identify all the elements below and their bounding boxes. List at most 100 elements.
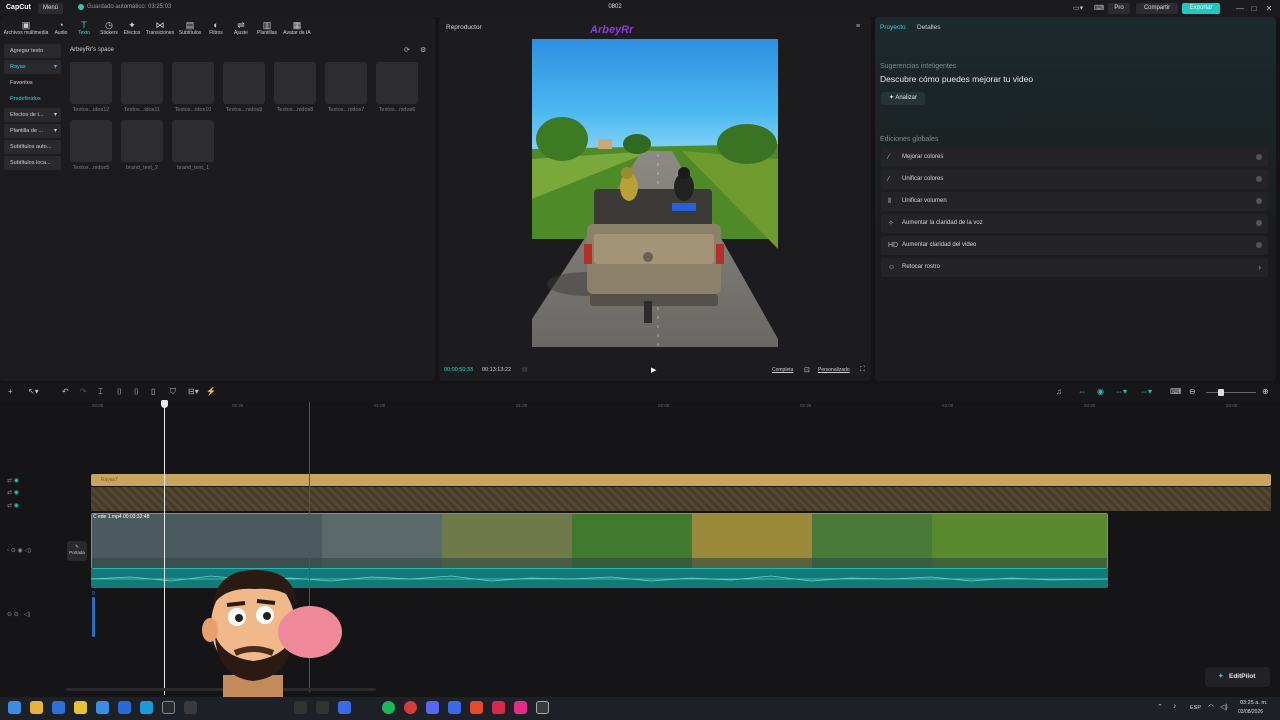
- pro-badge[interactable]: Pro: [1108, 3, 1130, 14]
- tab-subtitles[interactable]: ▤ Subtítulos: [176, 17, 204, 41]
- option-unify-colors[interactable]: ⁄ Unificar colores: [881, 170, 1268, 189]
- layout-icon[interactable]: ▭▾: [1073, 4, 1083, 12]
- toggle-knob[interactable]: [1256, 176, 1262, 182]
- fullscreen-icon[interactable]: ⛶: [860, 366, 865, 374]
- subtitle-icon[interactable]: ⌨: [1170, 387, 1182, 396]
- notes-icon[interactable]: [96, 701, 109, 714]
- option-enhance-colors[interactable]: ⁄ Mejorar colores: [881, 148, 1268, 167]
- close-icon[interactable]: ✕: [1263, 3, 1275, 14]
- side-item-add-text[interactable]: Agregar texto: [4, 44, 61, 58]
- folder-icon[interactable]: [74, 701, 87, 714]
- edge-icon[interactable]: [52, 701, 65, 714]
- side-item-presets[interactable]: Predefinidos: [4, 92, 61, 106]
- track-controls[interactable]: ⊝ ⊝ ◁): [7, 611, 30, 618]
- tab-project[interactable]: Proyecto: [880, 24, 906, 31]
- grid-app-icon[interactable]: [338, 701, 351, 714]
- valorant-icon[interactable]: [492, 701, 505, 714]
- terminal-icon[interactable]: [140, 701, 153, 714]
- tab-ai-avatar[interactable]: ▦ Avatar de IA: [280, 17, 314, 41]
- clock-date[interactable]: 03/08/2026: [1238, 709, 1263, 715]
- app-icon[interactable]: [30, 701, 43, 714]
- microphone-icon[interactable]: ♫: [1056, 387, 1062, 396]
- playhead-handle[interactable]: [161, 400, 168, 408]
- app-icon[interactable]: [448, 701, 461, 714]
- settings-icon[interactable]: ⚙: [420, 46, 426, 54]
- crop-icon[interactable]: ⊟▾: [188, 387, 199, 396]
- redo-icon[interactable]: ↷: [80, 387, 87, 396]
- split-right-icon[interactable]: ⌷: [134, 387, 139, 397]
- timeline-view-icon[interactable]: ▤: [522, 366, 528, 373]
- volume-icon[interactable]: ◁): [1220, 703, 1228, 711]
- capcut-active-icon[interactable]: [536, 701, 549, 714]
- option-retouch-face[interactable]: ☺ Retocar rostro ›: [881, 258, 1268, 277]
- analyze-button[interactable]: ✦ Analizar: [881, 92, 925, 105]
- clock-time[interactable]: 03:25 a. m.: [1240, 700, 1268, 706]
- magic-icon[interactable]: ⚡: [206, 387, 216, 396]
- tiktok-icon[interactable]: [514, 701, 527, 714]
- ratio-button[interactable]: Completa: [772, 367, 793, 373]
- preset-tile[interactable]: [325, 62, 367, 104]
- option-video-clarity[interactable]: HD Aumentar claridad del video: [881, 236, 1268, 255]
- preset-tile[interactable]: [70, 62, 112, 104]
- split-icon[interactable]: ⌶: [98, 387, 103, 397]
- chrome-icon[interactable]: [404, 701, 417, 714]
- option-voice-clarity[interactable]: ✧ Aumentar la claridad de la voz: [881, 214, 1268, 233]
- zoom-slider[interactable]: [1206, 392, 1256, 393]
- side-item-local-subtitles[interactable]: Subtítulos loca...: [4, 156, 61, 170]
- custom-ratio-button[interactable]: Personalizado: [818, 367, 850, 373]
- language-indicator[interactable]: ESP: [1190, 705, 1201, 711]
- photos-icon[interactable]: [118, 701, 131, 714]
- tab-templates[interactable]: ▥ Plantillas: [254, 17, 280, 41]
- tab-media[interactable]: ▣ Archivos multimedia: [0, 17, 52, 41]
- video-preview[interactable]: [532, 39, 778, 347]
- delete-icon[interactable]: ▯: [151, 387, 155, 396]
- link-main-track-icon[interactable]: ⇔: [1078, 387, 1086, 396]
- tab-effects[interactable]: ✦ Efectos: [120, 17, 144, 41]
- zoom-slider-handle[interactable]: [1218, 389, 1224, 396]
- tab-audio[interactable]: ◔ Audio: [52, 17, 70, 41]
- side-item-favorites[interactable]: Favoritos: [4, 76, 61, 90]
- preset-tile[interactable]: [70, 120, 112, 162]
- tab-adjust[interactable]: ⇌ Ajuste: [228, 17, 254, 41]
- brave-icon[interactable]: [470, 701, 483, 714]
- preset-tile[interactable]: [172, 120, 214, 162]
- maximize-icon[interactable]: □: [1248, 3, 1260, 14]
- video-clip[interactable]: [91, 513, 1108, 569]
- mic-icon[interactable]: ♪: [1173, 703, 1177, 710]
- track-controls[interactable]: ⇄ ◉: [7, 489, 19, 496]
- side-item-templates[interactable]: Plantilla de ... ▾: [4, 124, 61, 138]
- export-button[interactable]: Exportar: [1182, 3, 1220, 14]
- select-tool-icon[interactable]: ↖▾: [28, 387, 39, 396]
- capcut-icon[interactable]: [360, 701, 373, 714]
- obs-icon[interactable]: [184, 701, 197, 714]
- preset-tile[interactable]: [172, 62, 214, 104]
- side-item-rayas[interactable]: Rayas ▾: [4, 60, 61, 74]
- toggle-knob[interactable]: [1256, 198, 1262, 204]
- share-button[interactable]: Compartir: [1136, 3, 1178, 14]
- text-track-clip[interactable]: Rayas7: [91, 474, 1271, 486]
- play-icon[interactable]: ▶: [651, 366, 656, 374]
- tab-filters[interactable]: ◐ Filtros: [204, 17, 228, 41]
- menu-button[interactable]: Menú: [38, 3, 63, 14]
- playhead[interactable]: [164, 401, 165, 695]
- zoom-fit-icon[interactable]: ⊕: [1262, 387, 1269, 396]
- audio-clip-small[interactable]: [92, 597, 95, 637]
- snapshot-icon[interactable]: ⊡: [804, 366, 810, 374]
- side-item-auto-subtitles[interactable]: Subtítulos auto...: [4, 140, 61, 154]
- keyboard-icon[interactable]: ⌨: [1094, 4, 1104, 12]
- app-icon[interactable]: [316, 701, 329, 714]
- toggle-knob[interactable]: [1256, 220, 1262, 226]
- side-item-text-effects[interactable]: Efectos de t... ▾: [4, 108, 61, 122]
- spotify-icon[interactable]: [382, 701, 395, 714]
- steam-icon[interactable]: [162, 701, 175, 714]
- minimize-icon[interactable]: —: [1234, 3, 1246, 14]
- link-icon[interactable]: ⇔▾: [1115, 387, 1127, 396]
- magnet-icon[interactable]: ◉: [1097, 387, 1104, 396]
- tab-details[interactable]: Detalles: [917, 24, 940, 31]
- tab-transitions[interactable]: ⋈ Transiciones: [144, 17, 176, 41]
- tray-chevron-icon[interactable]: ⌃: [1157, 703, 1163, 711]
- preset-tile[interactable]: [121, 120, 163, 162]
- refresh-icon[interactable]: ⟳: [404, 46, 410, 54]
- option-unify-volume[interactable]: ⦀ Unificar volumen: [881, 192, 1268, 211]
- menu-icon[interactable]: ≡: [856, 23, 860, 30]
